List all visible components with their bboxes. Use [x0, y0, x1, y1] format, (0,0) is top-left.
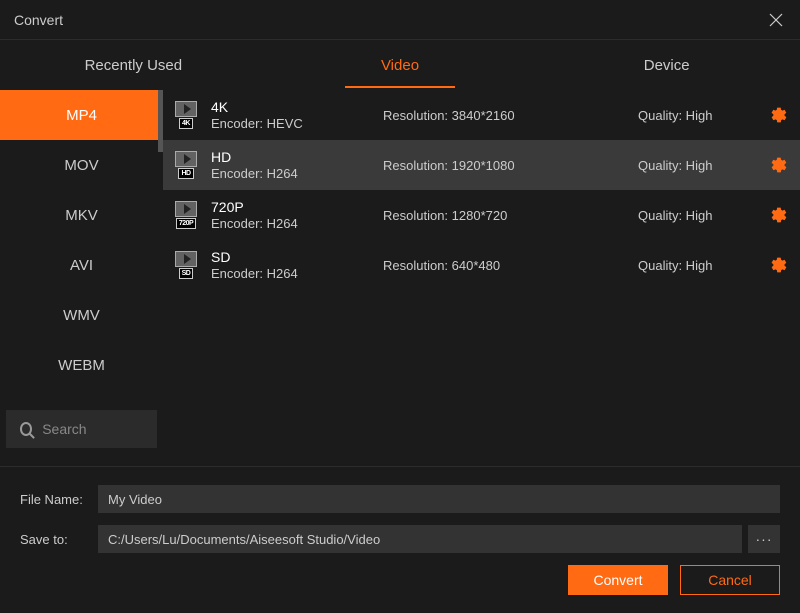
tabs: Recently Used Video Device — [0, 40, 800, 90]
sidebar-scrollbar[interactable] — [158, 90, 163, 152]
format-name: SD — [211, 248, 371, 266]
format-row-sd[interactable]: SD SD Encoder: H264 Resolution: 640*480 … — [163, 240, 800, 290]
play-icon: SD — [173, 250, 199, 280]
sidebar-item-mov[interactable]: MOV — [0, 140, 163, 190]
format-list: 4K 4K Encoder: HEVC Resolution: 3840*216… — [163, 90, 800, 454]
resolution-badge: HD — [178, 168, 193, 179]
gear-icon[interactable] — [770, 106, 788, 124]
format-row-hd[interactable]: HD HD Encoder: H264 Resolution: 1920*108… — [163, 140, 800, 190]
format-row-720p[interactable]: 720P 720P Encoder: H264 Resolution: 1280… — [163, 190, 800, 240]
bottom-panel: File Name: Save to: ··· Convert Cancel — [0, 466, 800, 613]
browse-button[interactable]: ··· — [748, 525, 780, 553]
filename-field[interactable] — [98, 485, 780, 513]
sidebar-item-mkv[interactable]: MKV — [0, 190, 163, 240]
resolution-badge: SD — [179, 268, 194, 279]
format-resolution: Resolution: 1280*720 — [383, 208, 626, 223]
cancel-button[interactable]: Cancel — [680, 565, 780, 595]
gear-icon[interactable] — [770, 206, 788, 224]
format-name: 4K — [211, 98, 371, 116]
window-title: Convert — [14, 12, 63, 28]
gear-icon[interactable] — [770, 156, 788, 174]
gear-icon[interactable] — [770, 256, 788, 274]
format-quality: Quality: High — [638, 208, 758, 223]
sidebar-list: MP4 MOV MKV AVI WMV WEBM — [0, 90, 163, 404]
main: MP4 MOV MKV AVI WMV WEBM 4K 4K Encoder: … — [0, 90, 800, 454]
resolution-badge: 720P — [176, 218, 196, 229]
sidebar-item-webm[interactable]: WEBM — [0, 340, 163, 390]
resolution-badge: 4K — [179, 118, 193, 129]
format-quality: Quality: High — [638, 108, 758, 123]
search-input[interactable] — [42, 421, 143, 437]
format-resolution: Resolution: 640*480 — [383, 258, 626, 273]
format-encoder: Encoder: H264 — [211, 216, 371, 232]
tab-recently-used[interactable]: Recently Used — [0, 43, 267, 88]
format-name: 720P — [211, 198, 371, 216]
format-resolution: Resolution: 1920*1080 — [383, 158, 626, 173]
format-quality: Quality: High — [638, 158, 758, 173]
sidebar-item-mp4[interactable]: MP4 — [0, 90, 163, 140]
play-icon: 4K — [173, 100, 199, 130]
sidebar-item-avi[interactable]: AVI — [0, 240, 163, 290]
format-encoder: Encoder: H264 — [211, 166, 371, 182]
format-encoder: Encoder: HEVC — [211, 116, 371, 132]
filename-label: File Name: — [20, 492, 98, 507]
close-icon[interactable] — [766, 10, 786, 30]
format-name: HD — [211, 148, 371, 166]
saveto-label: Save to: — [20, 532, 98, 547]
titlebar: Convert — [0, 0, 800, 40]
format-row-4k[interactable]: 4K 4K Encoder: HEVC Resolution: 3840*216… — [163, 90, 800, 140]
play-icon: HD — [173, 150, 199, 180]
search-icon — [20, 422, 32, 436]
format-resolution: Resolution: 3840*2160 — [383, 108, 626, 123]
saveto-field[interactable] — [98, 525, 742, 553]
tab-video[interactable]: Video — [267, 43, 534, 88]
play-icon: 720P — [173, 200, 199, 230]
sidebar-item-wmv[interactable]: WMV — [0, 290, 163, 340]
format-quality: Quality: High — [638, 258, 758, 273]
search-box[interactable] — [6, 410, 157, 448]
format-encoder: Encoder: H264 — [211, 266, 371, 282]
convert-button[interactable]: Convert — [568, 565, 668, 595]
tab-device[interactable]: Device — [533, 43, 800, 88]
sidebar: MP4 MOV MKV AVI WMV WEBM — [0, 90, 163, 454]
